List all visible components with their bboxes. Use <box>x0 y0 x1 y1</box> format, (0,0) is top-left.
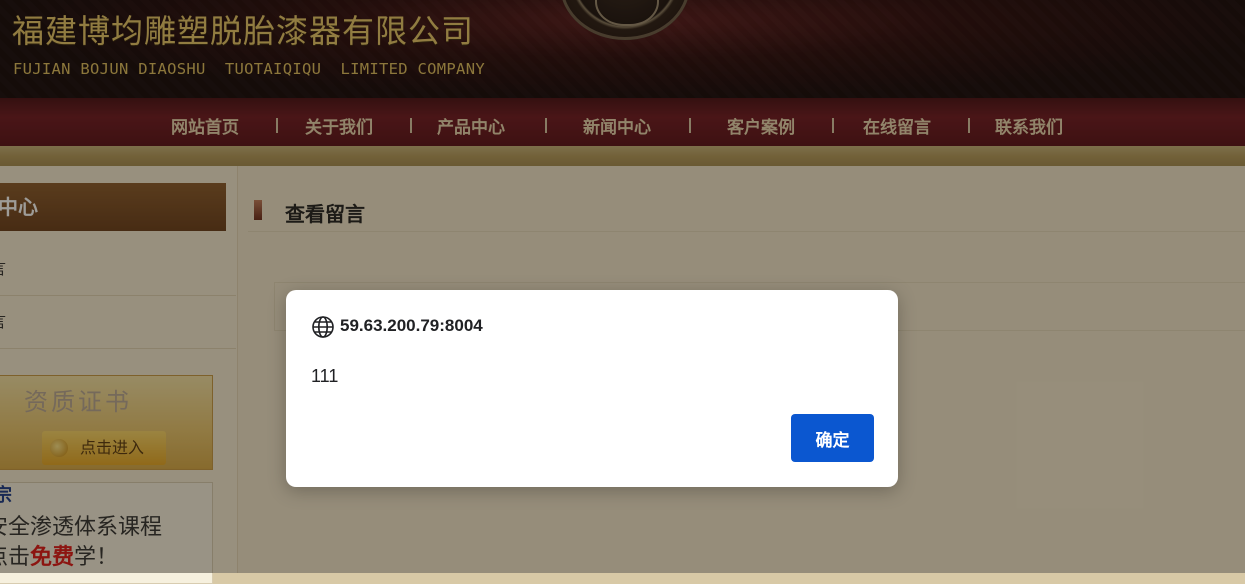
alert-dialog: 59.63.200.79:8004 111 确定 <box>286 290 898 487</box>
globe-icon <box>311 315 335 339</box>
dialog-message: 111 <box>311 366 339 386</box>
modal-overlay <box>0 0 1245 573</box>
dialog-origin: 59.63.200.79:8004 <box>340 316 483 335</box>
ok-button[interactable]: 确定 <box>791 414 874 462</box>
